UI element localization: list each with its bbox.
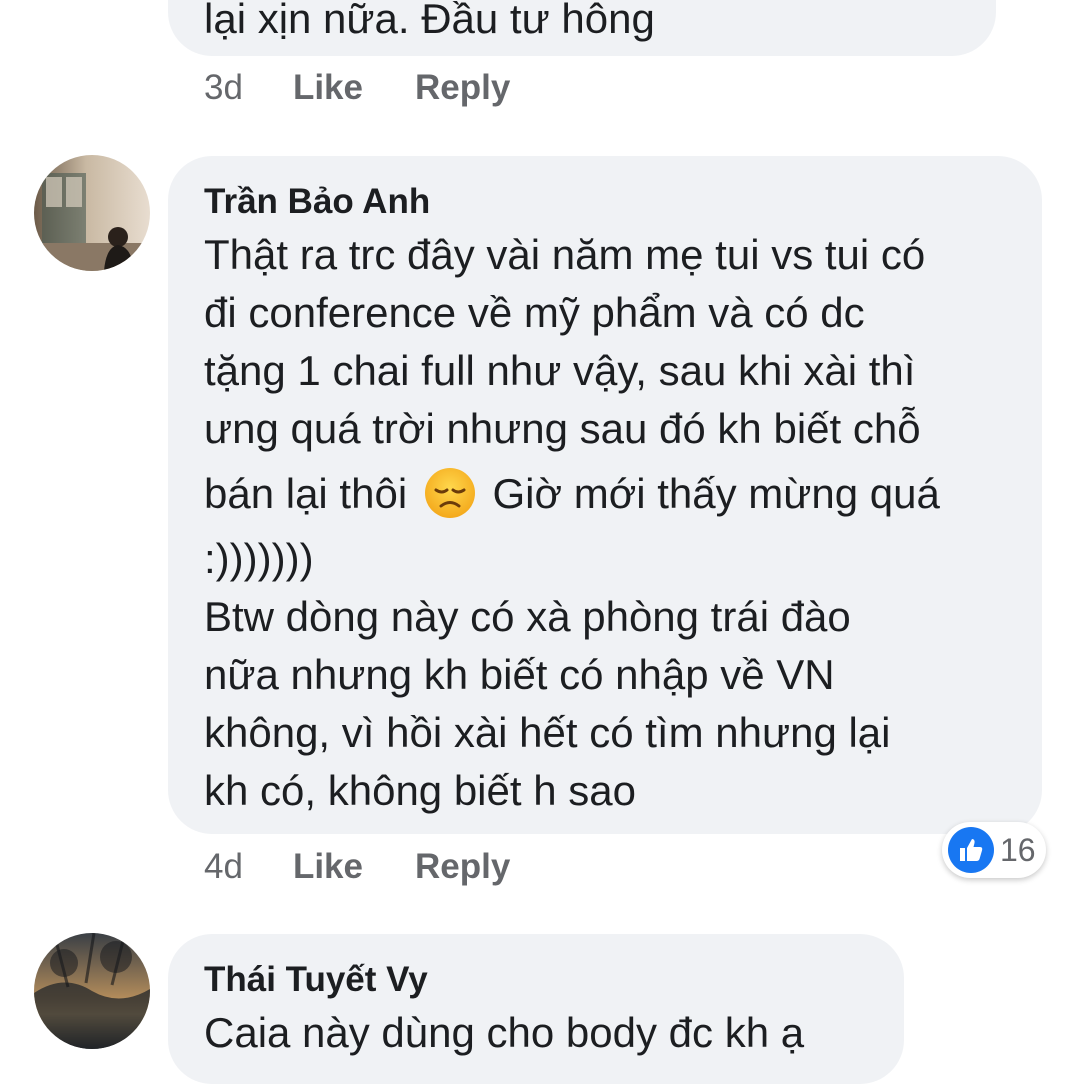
comment-text-line: tặng 1 chai full như vậy, sau khi xài th… xyxy=(204,347,916,394)
comment-text-line: lại xịn nữa. Đầu tư hông xyxy=(204,0,655,42)
comment-text-segment: Giờ mới thấy mừng quá xyxy=(492,470,940,517)
comment-text-line: không, vì hồi xài hết có tìm nhưng lại xyxy=(204,709,891,756)
reply-button[interactable]: Reply xyxy=(415,68,510,108)
comment-text-segment: bán lại thôi xyxy=(204,470,408,517)
comment-actions: 4d Like Reply xyxy=(204,847,562,887)
comment-text-line: ưng quá trời nhưng sau đó kh biết chỗ xyxy=(204,405,921,452)
comment-author-name[interactable]: Trần Bảo Anh xyxy=(204,182,430,222)
avatar[interactable] xyxy=(34,933,150,1049)
disappointed-face-emoji xyxy=(423,466,477,520)
like-button[interactable]: Like xyxy=(293,847,363,887)
reply-button[interactable]: Reply xyxy=(415,847,510,887)
reaction-summary[interactable]: 16 xyxy=(942,822,1046,878)
thumbs-up-icon xyxy=(948,827,994,873)
comment-author-name[interactable]: Thái Tuyết Vy xyxy=(204,960,428,1000)
comment-bubble: lại xịn nữa. Đầu tư hông xyxy=(168,0,996,56)
comment-bubble: Thái Tuyết Vy Caia này dùng cho body đc … xyxy=(168,934,904,1084)
comment-text-line: Thật ra trc đây vài năm mẹ tui vs tui có xyxy=(204,231,926,278)
avatar[interactable] xyxy=(34,155,150,271)
comment-text-line: Btw dòng này có xà phòng trái đào xyxy=(204,593,851,640)
like-button[interactable]: Like xyxy=(293,68,363,108)
comment-text-line: nữa nhưng kh biết có nhập về VN xyxy=(204,651,835,698)
comment-actions: 3d Like Reply xyxy=(204,68,562,108)
comment-bubble: Trần Bảo Anh Thật ra trc đây vài năm mẹ … xyxy=(168,156,1042,834)
comment-text-line: đi conference về mỹ phẩm và có dc xyxy=(204,289,865,336)
comment-timestamp[interactable]: 3d xyxy=(204,68,243,108)
comment-text-line: kh có, không biết h sao xyxy=(204,767,636,814)
comment-timestamp[interactable]: 4d xyxy=(204,847,243,887)
comment-text-line: Caia này dùng cho body đc kh ạ xyxy=(204,1009,805,1056)
reaction-count: 16 xyxy=(1000,831,1036,868)
comment-text-line: :))))))) xyxy=(204,535,314,582)
